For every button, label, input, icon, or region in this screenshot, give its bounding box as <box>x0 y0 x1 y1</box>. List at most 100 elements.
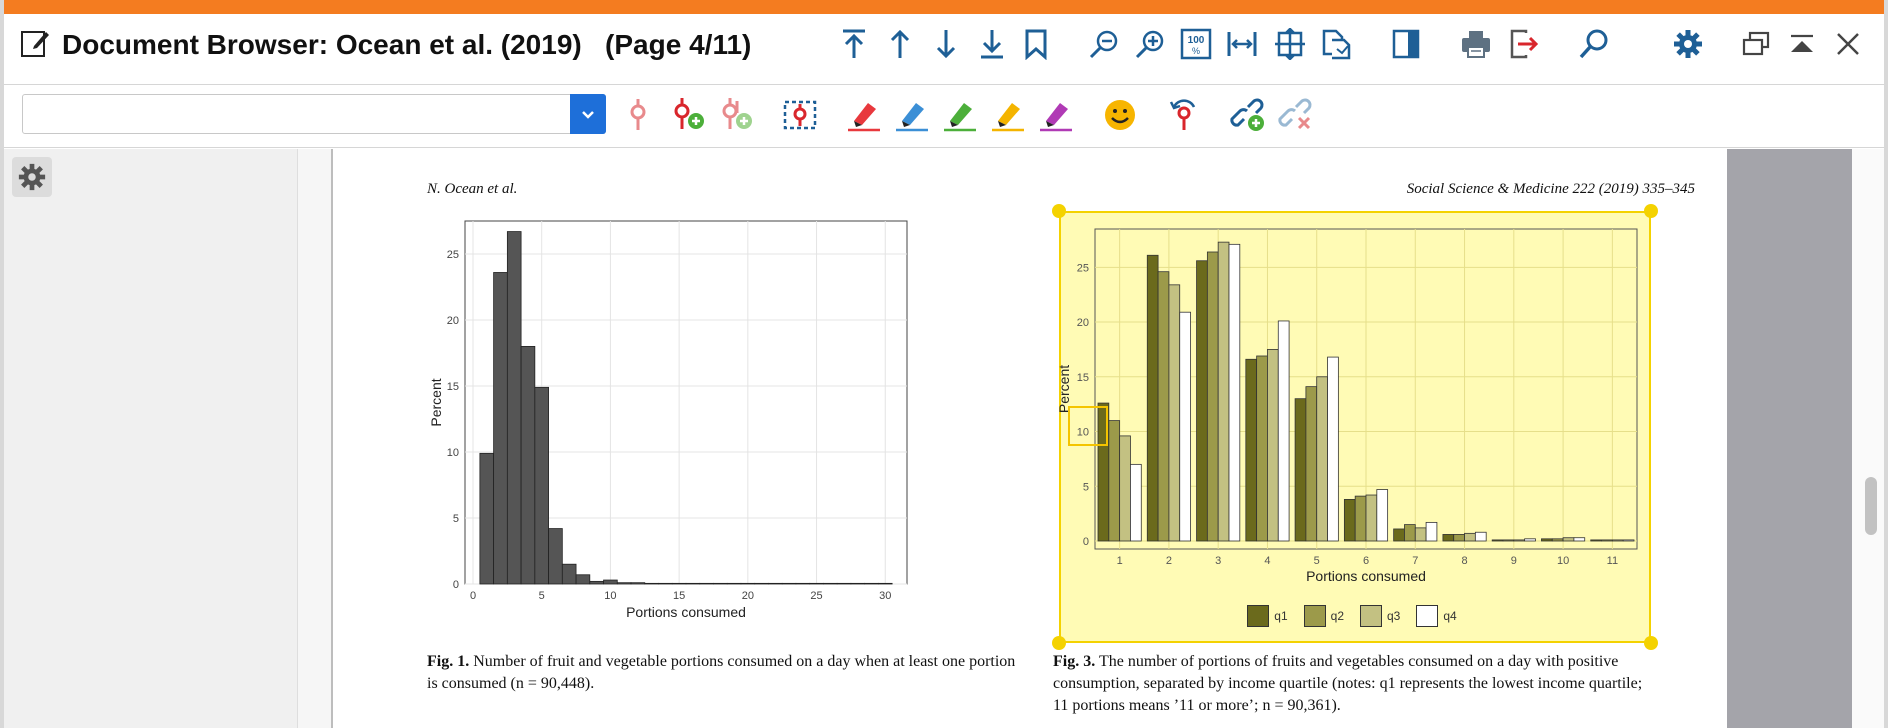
blue-marker-button[interactable] <box>892 94 932 136</box>
add-code-inactive-button[interactable] <box>716 94 756 136</box>
red-marker-button[interactable] <box>844 94 884 136</box>
zoom-in-icon <box>1135 30 1164 59</box>
figure-1-bar <box>781 582 797 585</box>
figure-1-bar <box>740 582 756 585</box>
figure-3-legend-swatch <box>1247 605 1270 627</box>
figure-3-bar <box>1343 498 1356 542</box>
scrollbar-thumb[interactable] <box>1865 477 1877 535</box>
figure-1-x-tick-label: 5 <box>539 590 545 602</box>
figure-3-x-axis-label: Portions consumed <box>1306 568 1426 584</box>
gear-icon <box>18 163 46 191</box>
emoticon-icon <box>1105 100 1135 130</box>
figure-3-bar <box>1365 494 1378 542</box>
figure-3-bar <box>1414 527 1427 542</box>
red-marker-icon <box>848 103 880 132</box>
figure-3-bar <box>1551 538 1564 542</box>
undo-code-button[interactable] <box>1164 94 1204 136</box>
green-marker-button[interactable] <box>940 94 980 136</box>
figure-3-caption: Fig. 3. The number of portions of fruits… <box>1053 651 1643 717</box>
fit-width-icon <box>1227 32 1257 56</box>
figure-3-x-tick-label: 9 <box>1511 555 1517 567</box>
remove-link-button[interactable] <box>1276 94 1316 136</box>
sidebar-settings-button[interactable] <box>12 157 52 197</box>
bookmark-button[interactable] <box>1018 26 1054 62</box>
figure-3-legend-swatch <box>1416 605 1439 627</box>
zoom-out-button[interactable] <box>1086 26 1122 62</box>
figure-1-caption-label: Fig. 1. <box>427 653 470 670</box>
figure-3-x-tick-label: 7 <box>1412 555 1418 567</box>
figure-1-x-tick-label: 0 <box>470 590 476 602</box>
minimize-window-button[interactable] <box>1784 26 1820 62</box>
jump-to-top-button[interactable] <box>836 26 872 62</box>
close-window-button[interactable] <box>1830 26 1866 62</box>
next-page-button[interactable] <box>928 26 964 62</box>
add-code-button[interactable] <box>668 94 708 136</box>
area-code-button[interactable] <box>780 94 820 136</box>
figure-1-bar <box>548 528 563 585</box>
selection-handle-bottom-right[interactable] <box>1644 636 1658 650</box>
figure-1-y-tick-label: 25 <box>447 249 459 261</box>
search-button[interactable] <box>1576 26 1612 62</box>
vertical-scrollbar[interactable] <box>1852 149 1884 728</box>
figure-1-y-tick-label: 10 <box>447 447 459 459</box>
svg-text:%: % <box>1192 46 1200 56</box>
code-search-input[interactable] <box>23 95 571 133</box>
figure-3-legend-label: q3 <box>1387 609 1401 623</box>
figure-3-bar <box>1491 539 1504 542</box>
figure-1-bar <box>520 345 536 585</box>
purple-marker-button[interactable] <box>1036 94 1076 136</box>
code-pin-button[interactable] <box>620 94 660 136</box>
title-bar: Document Browser: Ocean et al. (2019) (P… <box>4 14 1884 85</box>
figure-1-bar <box>589 580 604 585</box>
figure-3-bar <box>1453 534 1465 542</box>
figure-1-bar <box>754 582 769 585</box>
jump-to-bottom-button[interactable] <box>974 26 1010 62</box>
settings-button[interactable] <box>1670 26 1706 62</box>
restore-window-button[interactable] <box>1738 26 1774 62</box>
export-pages-button[interactable] <box>1318 26 1354 62</box>
edit-document-icon <box>21 31 49 57</box>
figure-3-bar <box>1130 463 1142 542</box>
selection-handle-bottom-left[interactable] <box>1052 636 1066 650</box>
code-marker-box[interactable] <box>1068 406 1108 446</box>
figure-3-x-tick-label: 1 <box>1117 555 1123 567</box>
exit-button[interactable] <box>1506 26 1542 62</box>
print-button[interactable] <box>1458 26 1494 62</box>
figure-3-legend-item: q4 <box>1416 601 1457 631</box>
figure-3-x-tick-label: 4 <box>1264 555 1270 567</box>
search-icon <box>1579 29 1608 59</box>
code-dropdown-button[interactable] <box>570 94 606 134</box>
code-pin-icon <box>630 99 646 130</box>
figure-3-bar <box>1376 489 1389 542</box>
svg-text:100: 100 <box>1188 35 1205 46</box>
export-pages-icon <box>1322 29 1351 60</box>
yellow-marker-button[interactable] <box>988 94 1028 136</box>
figure-1-x-tick-label: 20 <box>742 590 754 602</box>
figure-3-x-tick-label: 5 <box>1314 555 1320 567</box>
figure-3-bar <box>1146 254 1159 542</box>
figure-3-caption-text: The number of portions of fruits and veg… <box>1053 653 1643 714</box>
figure-3-x-tick-label: 10 <box>1557 555 1569 567</box>
fit-page-button[interactable] <box>1272 26 1308 62</box>
toggle-panel-button[interactable] <box>1388 26 1424 62</box>
toggle-panel-icon <box>1392 29 1420 59</box>
figure-3-bar <box>1562 537 1575 542</box>
previous-page-button[interactable] <box>882 26 918 62</box>
figure-3-x-tick-label: 6 <box>1363 555 1369 567</box>
figure-3-bar <box>1305 386 1318 542</box>
figure-3-bar <box>1228 243 1241 542</box>
figure-1-bar <box>836 582 852 585</box>
figure-1-y-tick-label: 20 <box>447 315 459 327</box>
fit-width-button[interactable] <box>1224 26 1260 62</box>
figure-3-bar <box>1464 532 1476 542</box>
figure-3-legend-label: q1 <box>1274 609 1288 623</box>
figure-3-legend-label: q4 <box>1443 609 1457 623</box>
add-link-button[interactable] <box>1228 94 1268 136</box>
zoom-in-button[interactable] <box>1132 26 1168 62</box>
zoom-100-button[interactable]: 100% <box>1178 26 1214 62</box>
figure-3-x-tick-label: 11 <box>1607 555 1618 567</box>
emoticon-code-button[interactable] <box>1100 94 1140 136</box>
figure-3-y-tick-label: 0 <box>1083 536 1089 548</box>
figure-1-chart: 0 5 10 15 20 25 0 5 10 15 20 25 30 Portions consumed P… <box>428 220 908 620</box>
sidebar-margin-strip <box>297 149 333 728</box>
